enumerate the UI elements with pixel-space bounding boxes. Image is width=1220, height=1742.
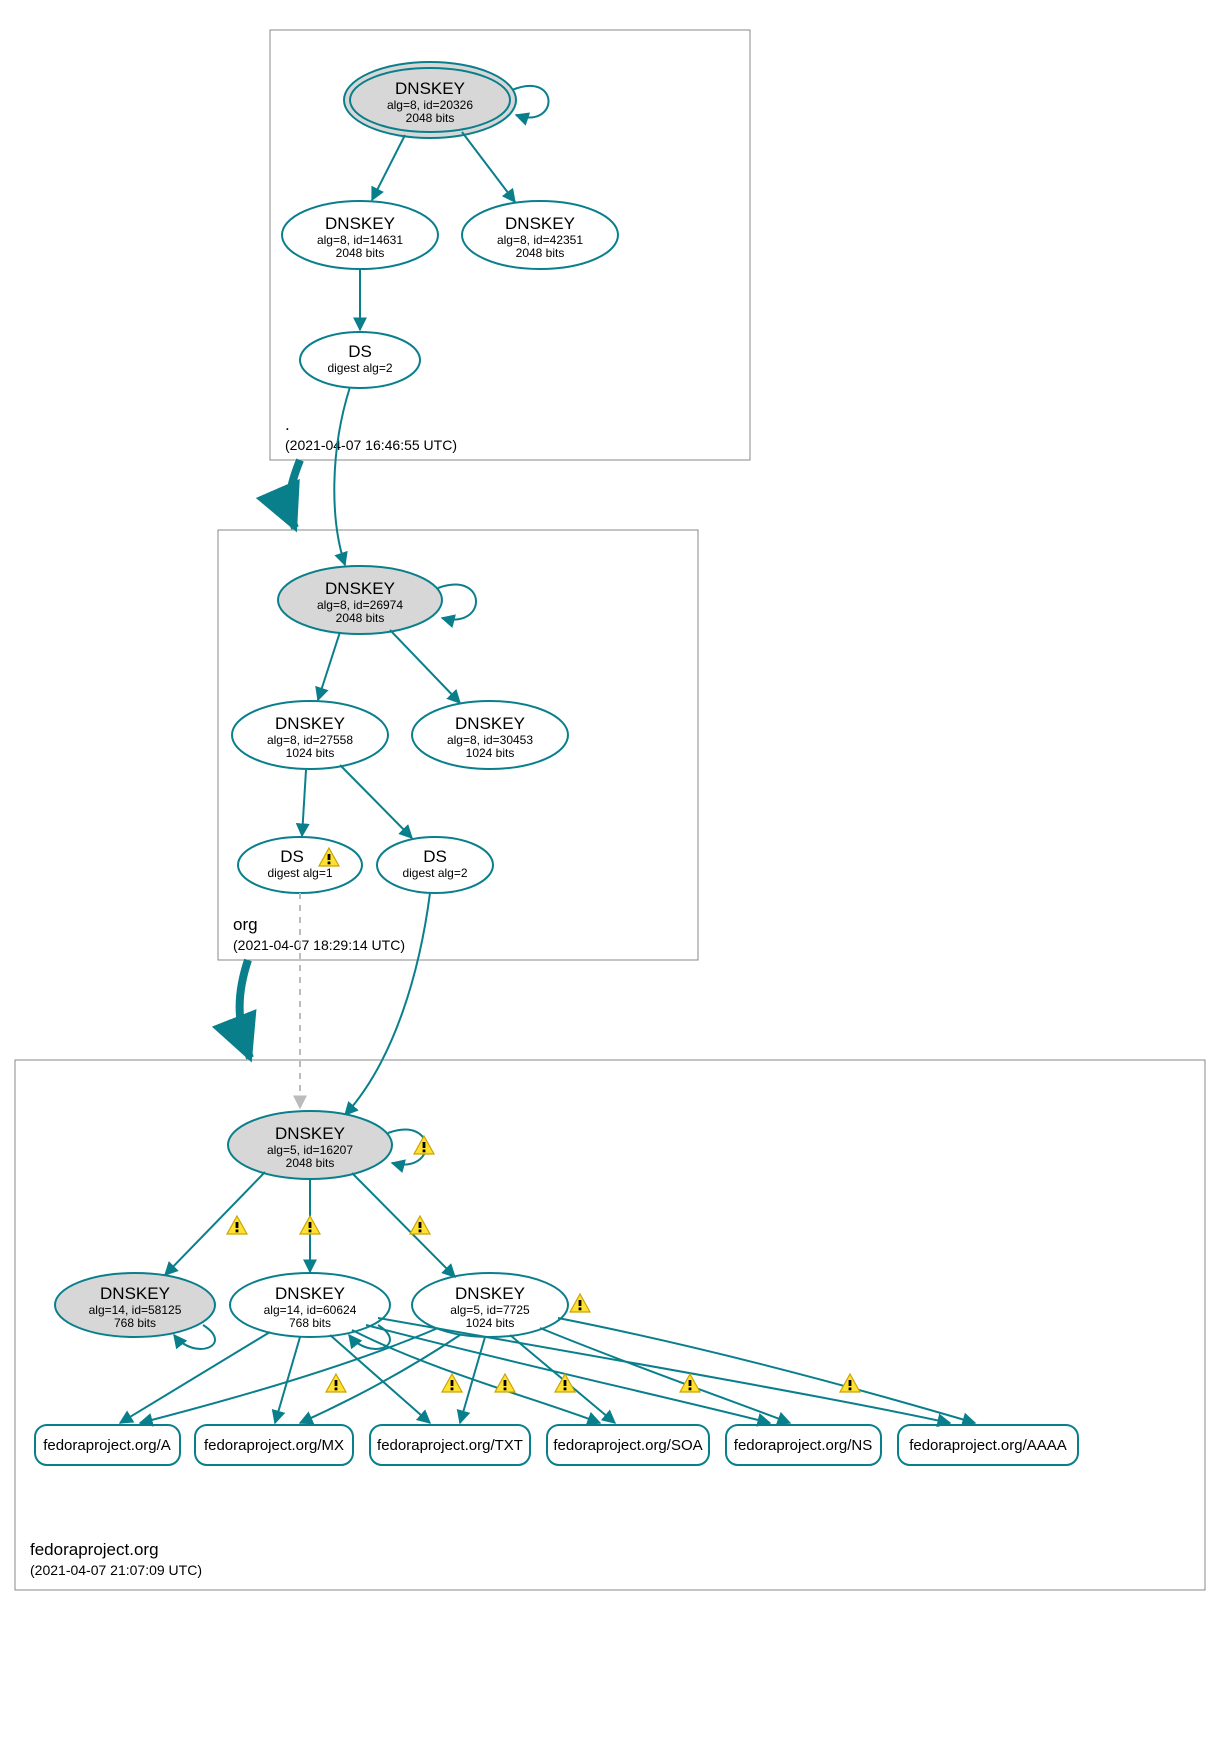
warning-icon [227, 1216, 247, 1234]
svg-text:1024 bits: 1024 bits [466, 1316, 515, 1330]
svg-text:digest alg=2: digest alg=2 [327, 361, 392, 375]
svg-text:fedoraproject.org/TXT: fedoraproject.org/TXT [377, 1437, 523, 1454]
svg-text:2048 bits: 2048 bits [286, 1156, 335, 1170]
node-org-ksk[interactable]: DNSKEY alg=8, id=26974 2048 bits [278, 566, 442, 634]
e-k5-aaaa [558, 1318, 975, 1423]
svg-text:DS: DS [348, 342, 372, 361]
svg-text:DNSKEY: DNSKEY [455, 1284, 525, 1303]
edge-orgksk-zsk1 [318, 632, 340, 700]
warning-icon [414, 1136, 434, 1154]
node-org-ds1[interactable]: DS digest alg=1 [238, 837, 362, 893]
rr-aaaa[interactable]: fedoraproject.org/AAAA [898, 1425, 1078, 1465]
warning-icon [555, 1374, 575, 1392]
node-fed-k14a[interactable]: DNSKEY alg=14, id=58125 768 bits [55, 1273, 215, 1337]
zone-fedora-ts: (2021-04-07 21:07:09 UTC) [30, 1562, 202, 1578]
svg-text:DNSKEY: DNSKEY [275, 1124, 345, 1143]
edge-orgksk-self [438, 585, 476, 620]
edge-fedksk-k14a [165, 1172, 265, 1275]
svg-text:digest alg=1: digest alg=1 [267, 866, 332, 880]
edge-root-ksk-self [512, 86, 549, 118]
edge-org-to-fedora-zone [240, 960, 250, 1058]
svg-text:alg=8, id=30453: alg=8, id=30453 [447, 733, 533, 747]
node-root-zsk1[interactable]: DNSKEY alg=8, id=14631 2048 bits [282, 201, 438, 269]
rr-ns[interactable]: fedoraproject.org/NS [726, 1425, 881, 1465]
zone-root-label: . [285, 415, 290, 434]
node-root-ds[interactable]: DS digest alg=2 [300, 332, 420, 388]
svg-text:alg=5, id=7725: alg=5, id=7725 [450, 1303, 530, 1317]
edge-fedksk-k5 [352, 1173, 455, 1277]
warning-icon [326, 1374, 346, 1392]
svg-text:DNSKEY: DNSKEY [505, 214, 575, 233]
svg-text:alg=8, id=27558: alg=8, id=27558 [267, 733, 353, 747]
warning-icon [570, 1294, 590, 1312]
svg-text:1024 bits: 1024 bits [286, 746, 335, 760]
svg-text:DNSKEY: DNSKEY [275, 714, 345, 733]
svg-text:2048 bits: 2048 bits [336, 246, 385, 260]
svg-text:fedoraproject.org/NS: fedoraproject.org/NS [734, 1437, 872, 1454]
svg-text:DNSKEY: DNSKEY [395, 79, 465, 98]
svg-text:DNSKEY: DNSKEY [325, 579, 395, 598]
zone-fedora-label: fedoraproject.org [30, 1540, 159, 1559]
rr-txt[interactable]: fedoraproject.org/TXT [370, 1425, 530, 1465]
edge-orgds2-fedksk [345, 893, 430, 1115]
svg-text:fedoraproject.org/MX: fedoraproject.org/MX [204, 1437, 344, 1454]
warning-icon [495, 1374, 515, 1392]
node-org-zsk1[interactable]: DNSKEY alg=8, id=27558 1024 bits [232, 701, 388, 769]
rr-soa[interactable]: fedoraproject.org/SOA [547, 1425, 709, 1465]
svg-text:DNSKEY: DNSKEY [100, 1284, 170, 1303]
svg-text:fedoraproject.org/A: fedoraproject.org/A [43, 1437, 171, 1454]
svg-text:DNSKEY: DNSKEY [455, 714, 525, 733]
rr-mx[interactable]: fedoraproject.org/MX [195, 1425, 353, 1465]
svg-text:768 bits: 768 bits [114, 1316, 156, 1330]
edge-root-to-org-zone [290, 460, 300, 528]
svg-text:DS: DS [280, 847, 304, 866]
node-root-ksk[interactable]: DNSKEY alg=8, id=20326 2048 bits [344, 62, 516, 138]
zone-org-ts: (2021-04-07 18:29:14 UTC) [233, 937, 405, 953]
warning-icon [442, 1374, 462, 1392]
node-fed-k14b[interactable]: DNSKEY alg=14, id=60624 768 bits [230, 1273, 390, 1337]
svg-text:alg=8, id=20326: alg=8, id=20326 [387, 98, 473, 112]
svg-text:alg=8, id=14631: alg=8, id=14631 [317, 233, 403, 247]
e-k5-ns [540, 1328, 790, 1423]
node-org-ds2[interactable]: DS digest alg=2 [377, 837, 493, 893]
zone-root-ts: (2021-04-07 16:46:55 UTC) [285, 437, 457, 453]
warning-icon [300, 1216, 320, 1234]
svg-text:alg=8, id=26974: alg=8, id=26974 [317, 598, 403, 612]
svg-text:DNSKEY: DNSKEY [275, 1284, 345, 1303]
warning-icon [410, 1216, 430, 1234]
svg-text:alg=8, id=42351: alg=8, id=42351 [497, 233, 583, 247]
node-fed-ksk[interactable]: DNSKEY alg=5, id=16207 2048 bits [228, 1111, 392, 1179]
node-root-zsk2[interactable]: DNSKEY alg=8, id=42351 2048 bits [462, 201, 618, 269]
svg-text:2048 bits: 2048 bits [336, 611, 385, 625]
svg-text:2048 bits: 2048 bits [406, 111, 455, 125]
svg-text:DNSKEY: DNSKEY [325, 214, 395, 233]
zone-org-label: org [233, 915, 258, 934]
edge-rootds-orgksk [334, 387, 350, 565]
svg-text:1024 bits: 1024 bits [466, 746, 515, 760]
svg-text:fedoraproject.org/AAAA: fedoraproject.org/AAAA [909, 1437, 1067, 1454]
edge-orgzsk1-ds2 [340, 765, 412, 838]
svg-text:DS: DS [423, 847, 447, 866]
svg-text:alg=14, id=58125: alg=14, id=58125 [89, 1303, 182, 1317]
rr-a[interactable]: fedoraproject.org/A [35, 1425, 180, 1465]
edge-orgksk-zsk2 [390, 630, 460, 703]
edge-rootksk-zsk1 [372, 135, 405, 200]
node-org-zsk2[interactable]: DNSKEY alg=8, id=30453 1024 bits [412, 701, 568, 769]
svg-text:fedoraproject.org/SOA: fedoraproject.org/SOA [553, 1437, 702, 1454]
svg-text:alg=5, id=16207: alg=5, id=16207 [267, 1143, 353, 1157]
svg-text:alg=14, id=60624: alg=14, id=60624 [264, 1303, 357, 1317]
edge-orgzsk1-ds1 [302, 770, 306, 836]
warning-icon [840, 1374, 860, 1392]
svg-text:2048 bits: 2048 bits [516, 246, 565, 260]
svg-text:768 bits: 768 bits [289, 1316, 331, 1330]
svg-text:digest alg=2: digest alg=2 [402, 866, 467, 880]
edge-rootksk-zsk2 [462, 132, 515, 202]
